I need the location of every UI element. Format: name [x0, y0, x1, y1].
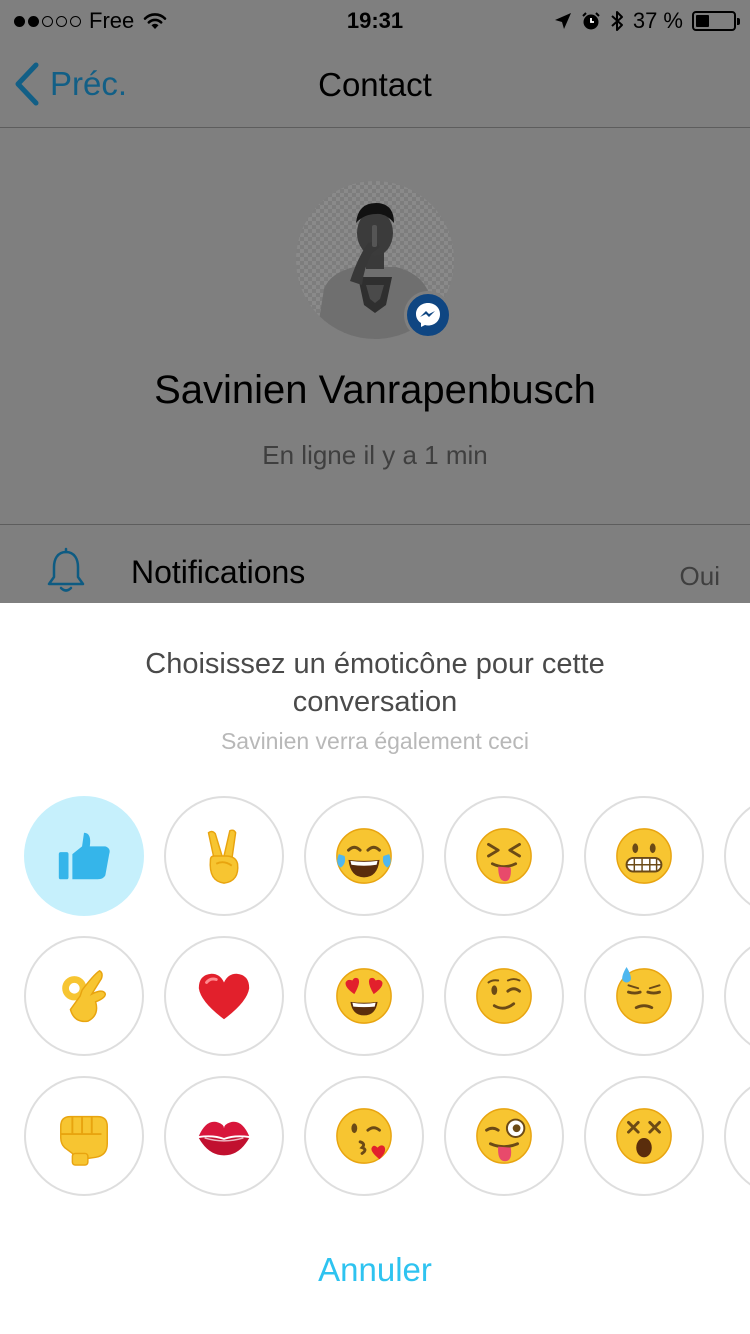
- location-icon: [554, 13, 571, 29]
- emoji-downcast-sweat[interactable]: [584, 936, 704, 1056]
- cancel-button[interactable]: Annuler: [0, 1251, 750, 1289]
- sheet-title-line-1: Choisissez un émoticône pour cette: [145, 648, 605, 680]
- emoji-astonished[interactable]: [584, 1076, 704, 1196]
- status-bar: Free 19:31 37 %: [0, 0, 750, 40]
- emoji-button-partial[interactable]: [724, 796, 750, 916]
- winking-tongue-icon: [473, 1105, 535, 1167]
- ok-hand-icon: [53, 965, 115, 1027]
- sheet-subtitle: Savinien verra également ceci: [220, 728, 530, 754]
- battery-fill: [696, 15, 709, 27]
- grimacing-icon: [613, 825, 675, 887]
- face-blowing-kiss-icon: [333, 1105, 395, 1167]
- notifications-label: Notifications: [131, 554, 306, 590]
- sheet-title: Choisissez un émoticône pour cette conve…: [0, 645, 750, 721]
- emoji-grimacing[interactable]: [584, 796, 704, 916]
- battery-icon: [692, 11, 740, 31]
- red-heart-icon: [193, 965, 255, 1027]
- emoji-ok-hand[interactable]: [24, 936, 144, 1056]
- emoji-face-blowing-kiss[interactable]: [304, 1076, 424, 1196]
- online-status: En ligne il y a 1 min: [262, 440, 488, 470]
- oncoming-fist-icon: [53, 1105, 115, 1167]
- avatar-container[interactable]: [296, 181, 454, 339]
- nav-bar: Préc. Contact: [0, 40, 750, 128]
- emoji-heart-eyes[interactable]: [304, 936, 424, 1056]
- emoji-oncoming-fist[interactable]: [24, 1076, 144, 1196]
- battery-percent: 37 %: [632, 8, 683, 33]
- kiss-mark-icon: [193, 1105, 255, 1167]
- heart-eyes-icon: [333, 965, 395, 1027]
- thumbs-up-icon: [53, 825, 115, 887]
- emoji-tears-of-joy[interactable]: [304, 796, 424, 916]
- squinting-tongue-icon: [473, 825, 535, 887]
- emoji-picker-sheet: Choisissez un émoticône pour cette conve…: [0, 603, 750, 1334]
- emoji-thumbs-up[interactable]: [24, 796, 144, 916]
- emoji-kiss-mark[interactable]: [164, 1076, 284, 1196]
- status-right: 37 %: [554, 8, 740, 34]
- alarm-icon: [582, 12, 600, 30]
- emoji-button-partial[interactable]: [724, 1076, 750, 1196]
- emoji-red-heart[interactable]: [164, 936, 284, 1056]
- bluetooth-icon: [611, 11, 623, 31]
- emoji-winking-tongue[interactable]: [444, 1076, 564, 1196]
- notifications-value: Oui: [679, 561, 720, 591]
- victory-hand-icon: [193, 825, 255, 887]
- emoji-squinting-tongue[interactable]: [444, 796, 564, 916]
- emoji-winking[interactable]: [444, 936, 564, 1056]
- bell-icon: [47, 547, 85, 592]
- messenger-icon: [404, 291, 452, 339]
- battery-tip: [737, 18, 740, 25]
- downcast-sweat-icon: [613, 965, 675, 1027]
- sheet-title-line-2: conversation: [292, 686, 458, 718]
- emoji-victory-hand[interactable]: [164, 796, 284, 916]
- notifications-row[interactable]: Notifications Oui: [0, 525, 750, 603]
- tears-of-joy-icon: [333, 825, 395, 887]
- contact-name: Savinien Vanrapenbusch: [154, 368, 596, 412]
- emoji-button-partial[interactable]: [724, 936, 750, 1056]
- winking-icon: [473, 965, 535, 1027]
- astonished-icon: [613, 1105, 675, 1167]
- page-title: Contact: [318, 66, 432, 103]
